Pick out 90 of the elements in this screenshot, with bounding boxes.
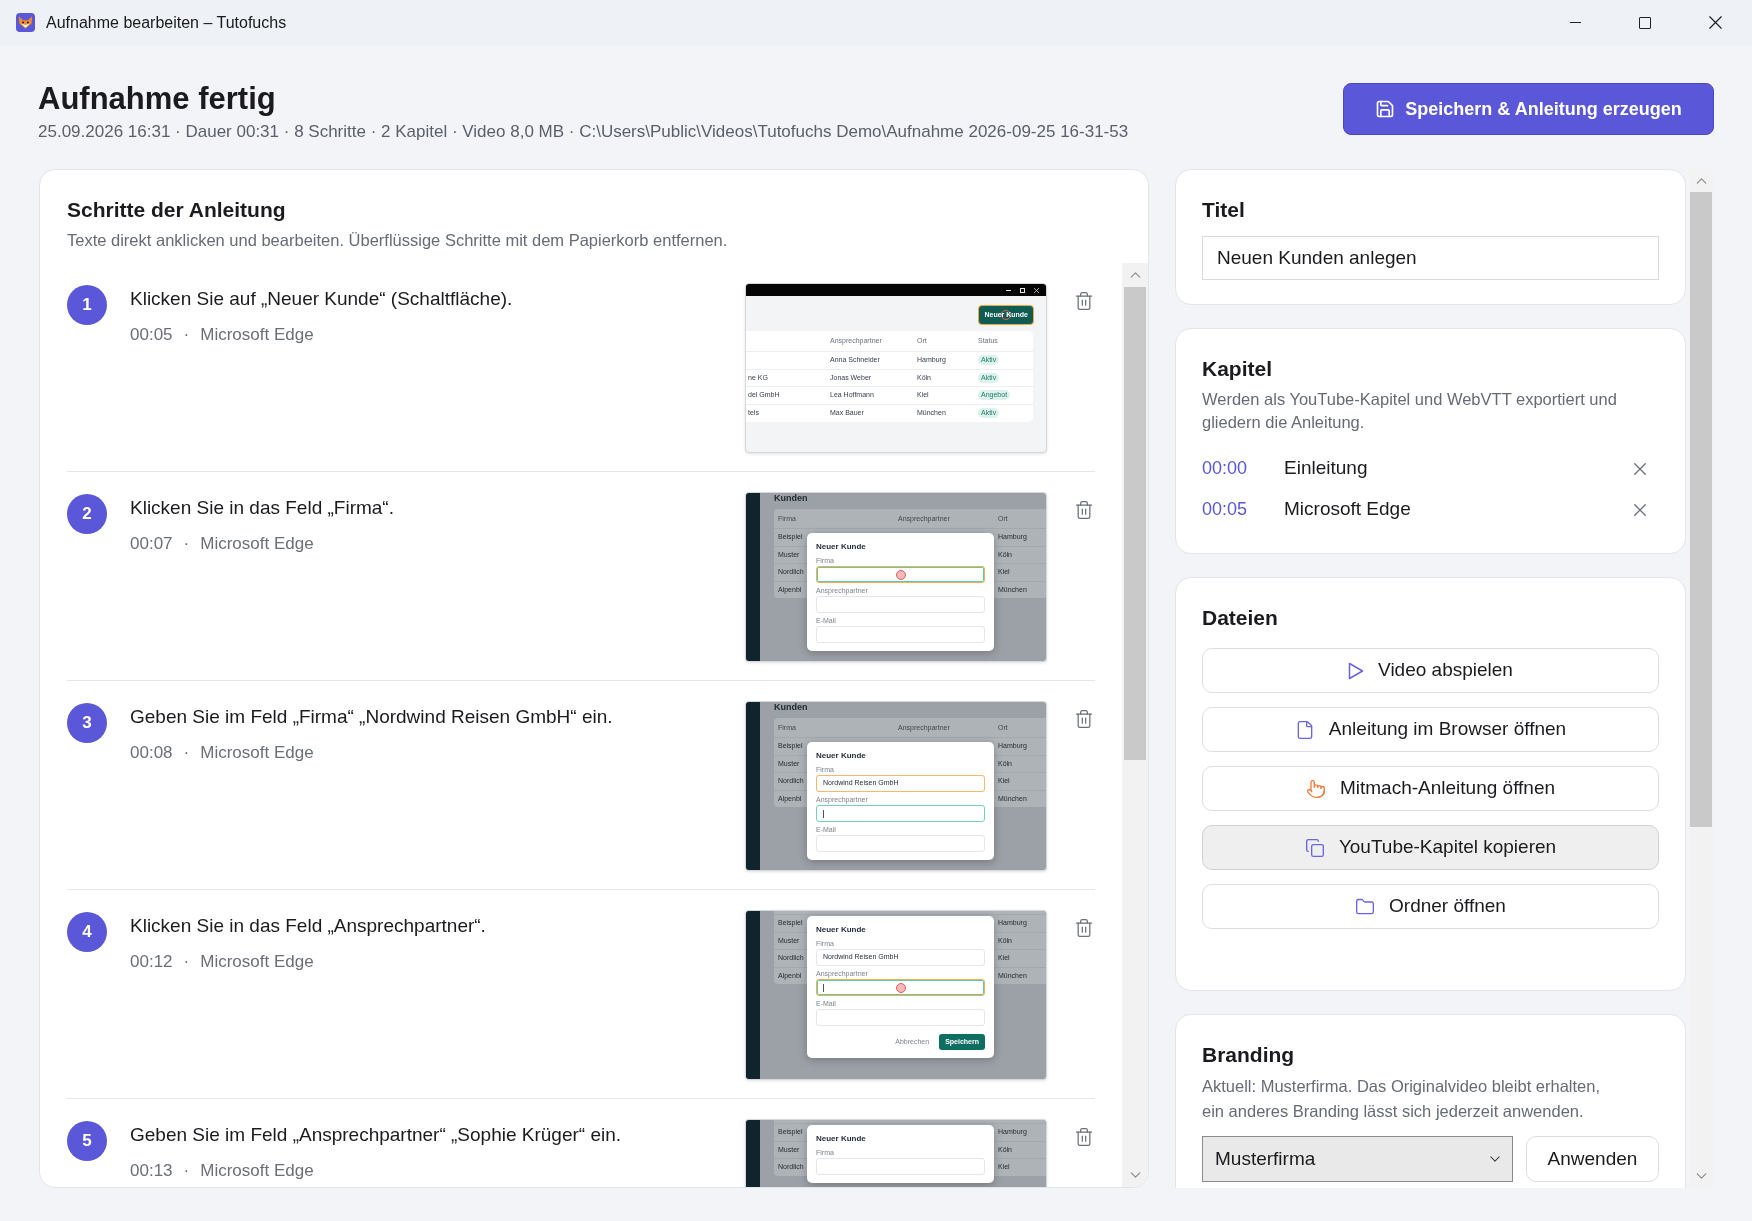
step-app: Microsoft Edge	[200, 533, 314, 555]
trash-icon	[1074, 1127, 1094, 1147]
maximize-icon	[1639, 16, 1651, 29]
section-title: Dateien	[1202, 605, 1278, 631]
section-description: Aktuell: Musterfirma. Das Originalvideo bleibt erhalten, ein anderes Branding lässt sich jederzeit anwenden.	[1202, 1076, 1601, 1122]
step-instruction: Klicken Sie in das Feld „Firma“.	[130, 496, 394, 520]
step-number: 3	[67, 703, 107, 743]
scrollbar-thumb[interactable]	[1690, 192, 1712, 827]
minimize-icon	[1006, 289, 1011, 291]
step-number: 4	[67, 912, 107, 952]
file-action-button[interactable]: Anleitung im Browser öffnen	[1202, 707, 1659, 752]
folder-icon	[1355, 896, 1376, 917]
dialog-title: Neuer Kunde	[816, 751, 866, 760]
scroll-up-icon[interactable]	[1695, 177, 1707, 184]
separator: ·	[183, 1160, 190, 1182]
trash-icon	[1074, 709, 1094, 729]
title-input[interactable]: Neuen Kunden anlegen	[1202, 236, 1659, 280]
delete-step-button[interactable]	[1073, 917, 1095, 939]
separator: ·	[183, 742, 190, 764]
separator: ·	[183, 324, 190, 346]
save-generate-button[interactable]: Speichern & Anleitung erzeugen	[1343, 83, 1714, 135]
chevron-down-icon	[1490, 1156, 1500, 1162]
close-icon	[1708, 16, 1722, 29]
file-action-button[interactable]: YouTube-Kapitel kopieren	[1202, 825, 1659, 870]
minimize-icon	[1569, 22, 1581, 23]
page-title: Aufnahme fertig	[38, 80, 276, 118]
scroll-down-icon[interactable]	[1129, 1172, 1141, 1178]
page-heading: Kunden	[774, 702, 808, 712]
step-app: Microsoft Edge	[200, 324, 314, 346]
copy-icon	[1304, 837, 1325, 858]
delete-step-button[interactable]	[1073, 708, 1095, 730]
step-number: 1	[67, 285, 107, 325]
dialog-title: Neuer Kunde	[816, 1134, 866, 1143]
trash-icon	[1074, 918, 1094, 938]
file-action-button[interactable]: Video abspielen	[1202, 648, 1659, 693]
hand-pointer-icon	[1305, 778, 1326, 799]
step-app: Microsoft Edge	[200, 1160, 314, 1182]
delete-step-button[interactable]	[1073, 290, 1095, 312]
section-title: Branding	[1202, 1042, 1295, 1068]
section-title: Schritte der Anleitung	[67, 197, 286, 223]
step-number: 5	[67, 1121, 107, 1161]
separator: ·	[183, 533, 190, 555]
page-heading: Kunden	[774, 493, 808, 503]
delete-step-button[interactable]	[1073, 499, 1095, 521]
step-number: 2	[67, 494, 107, 534]
dialog-title: Neuer Kunde	[816, 925, 866, 934]
trash-icon	[1074, 291, 1094, 311]
scroll-up-icon[interactable]	[1129, 272, 1141, 278]
window-title: Aufnahme bearbeiten – Tutofuchs	[46, 12, 287, 33]
step-instruction: Geben Sie im Feld „Firma“ „Nordwind Reisen GmbH“ ein.	[130, 705, 613, 729]
chapter-time[interactable]: 00:00	[1202, 455, 1284, 482]
fox-logo-icon	[16, 13, 35, 32]
section-description: Werden als YouTube-Kapitel und WebVTT exportiert und gliedern die Anleitung.	[1202, 389, 1618, 433]
section-hint: Texte direkt anklicken und bearbeiten. Überflüssige Schritte mit dem Papierkorb entfernen.	[67, 230, 728, 251]
text-cursor-icon	[823, 983, 824, 992]
step-app: Microsoft Edge	[200, 951, 314, 973]
step-time: 00:07	[130, 533, 173, 555]
section-title: Kapitel	[1202, 356, 1272, 382]
chapter-name[interactable]: Microsoft Edge	[1284, 495, 1628, 524]
section-title: Titel	[1202, 197, 1245, 223]
scroll-down-icon[interactable]	[1695, 1173, 1707, 1179]
chapter-name[interactable]: Einleitung	[1284, 454, 1628, 483]
trash-icon	[1074, 500, 1094, 520]
scrollbar-thumb[interactable]	[1124, 287, 1146, 760]
text-cursor-icon	[823, 809, 824, 818]
chapter-time[interactable]: 00:05	[1202, 496, 1284, 523]
maximize-icon	[1020, 287, 1025, 293]
step-app: Microsoft Edge	[200, 742, 314, 764]
click-marker-icon	[895, 569, 906, 580]
step-time: 00:12	[130, 951, 173, 973]
step-instruction: Klicken Sie in das Feld „Ansprechpartner“.	[130, 914, 486, 938]
separator: ·	[183, 951, 190, 973]
dialog-title: Neuer Kunde	[816, 542, 866, 551]
click-marker-icon	[895, 982, 906, 993]
apply-button[interactable]: Anwenden	[1526, 1136, 1659, 1182]
step-instruction: Geben Sie im Feld „Ansprechpartner“ „Sophie Krüger“ ein.	[130, 1123, 622, 1147]
file-action-button[interactable]: Ordner öffnen	[1202, 884, 1659, 929]
branding-select[interactable]: Musterfirma	[1202, 1136, 1513, 1182]
recording-details: 25.09.2026 16:31 · Dauer 00:31 · 8 Schritte · 2 Kapitel · Video 8,0 MB · C:\Users\Public\Videos\Tutofuchs Demo\Aufnahme 2026-09-25 16-31-53	[38, 121, 1129, 143]
step-time: 00:13	[130, 1160, 173, 1182]
close-icon	[1034, 287, 1039, 293]
play-icon	[1348, 661, 1365, 680]
step-time: 00:08	[130, 742, 173, 764]
step-time: 00:05	[130, 324, 173, 346]
close-icon	[1634, 462, 1646, 475]
save-icon	[1375, 99, 1396, 119]
file-action-button[interactable]: Mitmach-Anleitung öffnen	[1202, 766, 1659, 811]
step-instruction: Klicken Sie auf „Neuer Kunde“ (Schaltfläche).	[130, 287, 513, 311]
close-icon	[1634, 503, 1646, 516]
delete-step-button[interactable]	[1073, 1126, 1095, 1148]
